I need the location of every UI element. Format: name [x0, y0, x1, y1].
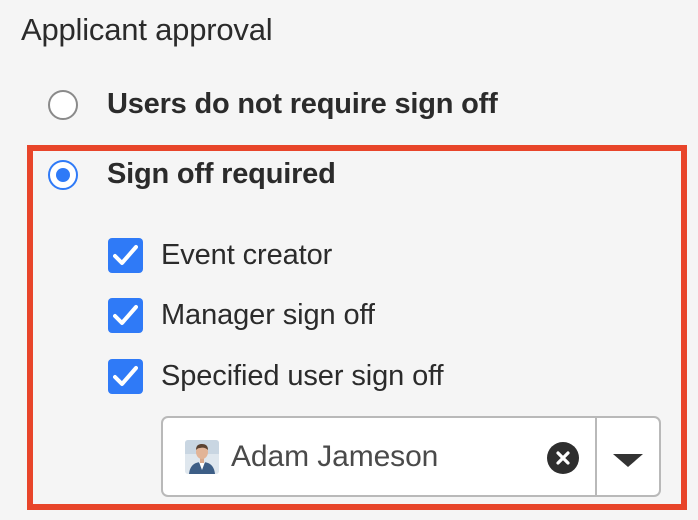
radio-option-sign-off-required[interactable]: Sign off required: [48, 158, 336, 191]
section-title: Applicant approval: [21, 12, 273, 47]
clear-selection-icon[interactable]: [547, 442, 579, 474]
checkbox-specified-user-sign-off[interactable]: Specified user sign off: [108, 359, 444, 394]
checkbox-label: Event creator: [161, 239, 333, 271]
dropdown-toggle-button[interactable]: [597, 418, 659, 495]
user-avatar-icon: [185, 439, 219, 474]
chevron-down-icon: [613, 454, 643, 467]
applicant-approval-panel: Applicant approval Users do not require …: [0, 0, 698, 520]
selected-user-name: Adam Jameson: [231, 439, 439, 473]
radio-option-label: Users do not require sign off: [107, 88, 498, 120]
radio-button-checked[interactable]: [48, 159, 78, 190]
radio-option-label: Sign off required: [107, 158, 336, 190]
radio-button-unchecked[interactable]: [48, 89, 78, 120]
checkbox-checked-icon[interactable]: [108, 298, 143, 333]
checkbox-label: Specified user sign off: [161, 360, 444, 392]
checkbox-label: Manager sign off: [161, 299, 375, 331]
checkbox-checked-icon[interactable]: [108, 238, 143, 273]
checkbox-checked-icon[interactable]: [108, 359, 143, 394]
radio-option-no-sign-off[interactable]: Users do not require sign off: [48, 88, 498, 121]
selected-user-value[interactable]: Adam Jameson: [163, 418, 595, 495]
checkbox-manager-sign-off[interactable]: Manager sign off: [108, 298, 375, 333]
checkbox-event-creator[interactable]: Event creator: [108, 238, 332, 273]
specified-user-select[interactable]: Adam Jameson: [161, 416, 661, 497]
